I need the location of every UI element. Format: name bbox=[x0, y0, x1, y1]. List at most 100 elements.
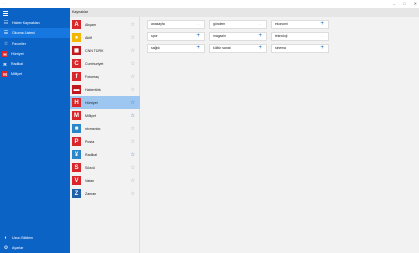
list-item[interactable]: A Akşam ☆ bbox=[70, 18, 140, 31]
site-label: Radikal bbox=[85, 152, 97, 157]
list-item[interactable]: H Hürriyet ☆ bbox=[70, 96, 140, 109]
nav-item-label: Milliyet bbox=[11, 72, 22, 76]
add-icon[interactable]: + bbox=[258, 45, 262, 52]
list-item[interactable]: C Cumhuriyet ☆ bbox=[70, 57, 140, 70]
site-label: Hürriyet bbox=[85, 100, 98, 105]
site-logo-icon: M bbox=[72, 111, 81, 120]
hurriyet-logo-icon: H bbox=[2, 51, 8, 57]
add-icon[interactable]: + bbox=[320, 45, 324, 52]
category-label: sinema bbox=[275, 46, 286, 50]
maximize-button[interactable]: □ bbox=[403, 1, 405, 6]
list-item[interactable]: V Vatan ☆ bbox=[70, 174, 140, 187]
category-tile[interactable]: anasayfa ··· bbox=[147, 20, 205, 29]
list-item[interactable]: S Sözcü ☆ bbox=[70, 161, 140, 174]
favorite-star-icon[interactable]: ☆ bbox=[131, 74, 135, 80]
category-label: kültür sanat bbox=[213, 46, 231, 50]
nav-favorite-hurriyet[interactable]: H Hürriyet bbox=[0, 49, 70, 59]
favorite-star-icon[interactable]: ☆ bbox=[131, 87, 135, 93]
site-label: Habertürk bbox=[85, 87, 101, 92]
title-bar: ... – □ ✕ bbox=[0, 0, 419, 8]
reading-list-icon: ☰ bbox=[3, 30, 9, 36]
category-label: magazin bbox=[213, 34, 226, 38]
favorite-star-icon[interactable]: ☆ bbox=[131, 165, 135, 171]
site-label: Posta bbox=[85, 139, 95, 144]
favorite-star-icon[interactable]: ☆ bbox=[131, 61, 135, 67]
site-label: Zaman bbox=[85, 191, 97, 196]
nav-item-uzun-bildirim[interactable]: ◐ Uzun Bildirim bbox=[0, 233, 70, 243]
category-tile[interactable]: gündem ··· bbox=[209, 20, 267, 29]
category-tile[interactable]: teknoloji ··· bbox=[271, 32, 329, 41]
list-item[interactable]: ■ ntvmsnbc ☆ bbox=[70, 122, 140, 135]
add-icon[interactable]: + bbox=[196, 33, 200, 40]
category-grid: anasayfa ··· gündem ··· ekonomi + spor + magazin… bbox=[140, 17, 419, 253]
gear-icon: ⚙ bbox=[3, 245, 9, 251]
site-label: Milliyet bbox=[85, 113, 96, 118]
nav-item-label: Okuma Listesi bbox=[12, 31, 35, 35]
category-tile[interactable]: magazin + bbox=[209, 32, 267, 41]
nav-favorite-milliyet[interactable]: M Milliyet bbox=[0, 69, 70, 79]
hamburger-menu-icon[interactable] bbox=[3, 11, 11, 16]
notification-icon: ◐ bbox=[4, 235, 8, 241]
category-label: ekonomi bbox=[275, 22, 288, 26]
add-icon[interactable]: + bbox=[258, 33, 262, 40]
list-item[interactable]: ▬ Habertürk ☆ bbox=[70, 83, 140, 96]
nav-item-okuma-listesi[interactable]: ☰ Okuma Listesi bbox=[0, 28, 70, 38]
site-label: Vatan bbox=[85, 178, 95, 183]
favorite-star-icon[interactable]: ☆ bbox=[131, 191, 135, 197]
site-logo-icon: P bbox=[72, 137, 81, 146]
add-icon[interactable]: + bbox=[320, 21, 324, 28]
favorite-star-icon[interactable]: ☆ bbox=[131, 139, 135, 145]
star-icon: ☆ bbox=[3, 41, 9, 47]
list-item[interactable]: M Milliyet ☆ bbox=[70, 109, 140, 122]
add-icon[interactable]: + bbox=[196, 45, 200, 52]
site-logo-icon: A bbox=[72, 20, 81, 29]
category-label: gündem bbox=[213, 22, 226, 26]
site-label: Aktif bbox=[85, 35, 92, 40]
more-icon[interactable]: ··· bbox=[321, 33, 324, 40]
category-tile[interactable]: kültür sanat + bbox=[209, 44, 267, 53]
more-icon[interactable]: ··· bbox=[259, 21, 262, 28]
favorite-star-icon[interactable]: ☆ bbox=[131, 22, 135, 28]
favorite-star-icon[interactable]: ☆ bbox=[131, 152, 135, 158]
favorite-star-icon[interactable]: ☆ bbox=[131, 100, 135, 106]
category-tile[interactable]: spor + bbox=[147, 32, 205, 41]
nav-item-haber-kaynaklari[interactable]: ☷ Haber Kaynakları bbox=[0, 18, 70, 28]
milliyet-logo-icon: M bbox=[2, 71, 8, 77]
list-item[interactable]: f Fotomaç ☆ bbox=[70, 70, 140, 83]
nav-item-favoriler[interactable]: ☆ Favoriler bbox=[0, 39, 70, 49]
nav-item-label: Haber Kaynakları bbox=[12, 21, 40, 25]
site-logo-icon: ● bbox=[72, 33, 81, 42]
category-tile[interactable]: sağlık + bbox=[147, 44, 205, 53]
favorite-star-icon[interactable]: ☆ bbox=[131, 48, 135, 54]
site-logo-icon: C bbox=[72, 59, 81, 68]
minimize-button[interactable]: – bbox=[393, 1, 395, 6]
favorite-star-icon[interactable]: ☆ bbox=[131, 178, 135, 184]
site-logo-icon: H bbox=[72, 98, 81, 107]
category-label: anasayfa bbox=[151, 22, 165, 26]
favorite-star-icon[interactable]: ☆ bbox=[131, 126, 135, 132]
radikal-logo-icon: R bbox=[2, 61, 8, 67]
nav-favorite-radikal[interactable]: R Radikal bbox=[0, 59, 70, 69]
list-item[interactable]: Z Zaman ☆ bbox=[70, 187, 140, 200]
navigation-pane: ☷ Haber Kaynakları ☰ Okuma Listesi ☆ Fav… bbox=[0, 8, 70, 253]
site-logo-icon: S bbox=[72, 163, 81, 172]
favorite-star-icon[interactable]: ☆ bbox=[131, 35, 135, 41]
nav-item-label: Hürriyet bbox=[11, 52, 24, 56]
page-header: Kaynaklar bbox=[70, 8, 419, 17]
site-logo-icon: ■ bbox=[72, 124, 81, 133]
category-label: sağlık bbox=[151, 46, 160, 50]
site-label: Akşam bbox=[85, 22, 96, 27]
list-item[interactable]: ● Aktif ☆ bbox=[70, 31, 140, 44]
list-item[interactable]: P Posta ☆ bbox=[70, 135, 140, 148]
category-tile[interactable]: sinema + bbox=[271, 44, 329, 53]
site-label: ntvmsnbc bbox=[85, 126, 101, 131]
nav-item-label: Favoriler bbox=[12, 42, 26, 46]
list-item[interactable]: ¥ Radikal ☆ bbox=[70, 148, 140, 161]
nav-item-label: Radikal bbox=[11, 62, 23, 66]
more-icon[interactable]: ··· bbox=[197, 21, 200, 28]
list-item[interactable]: ◼ CNN TÜRK ☆ bbox=[70, 44, 140, 57]
nav-item-ayarlar[interactable]: ⚙ Ayarlar bbox=[0, 243, 70, 253]
close-button[interactable]: ✕ bbox=[414, 1, 417, 6]
category-tile[interactable]: ekonomi + bbox=[271, 20, 329, 29]
favorite-star-icon[interactable]: ☆ bbox=[131, 113, 135, 119]
